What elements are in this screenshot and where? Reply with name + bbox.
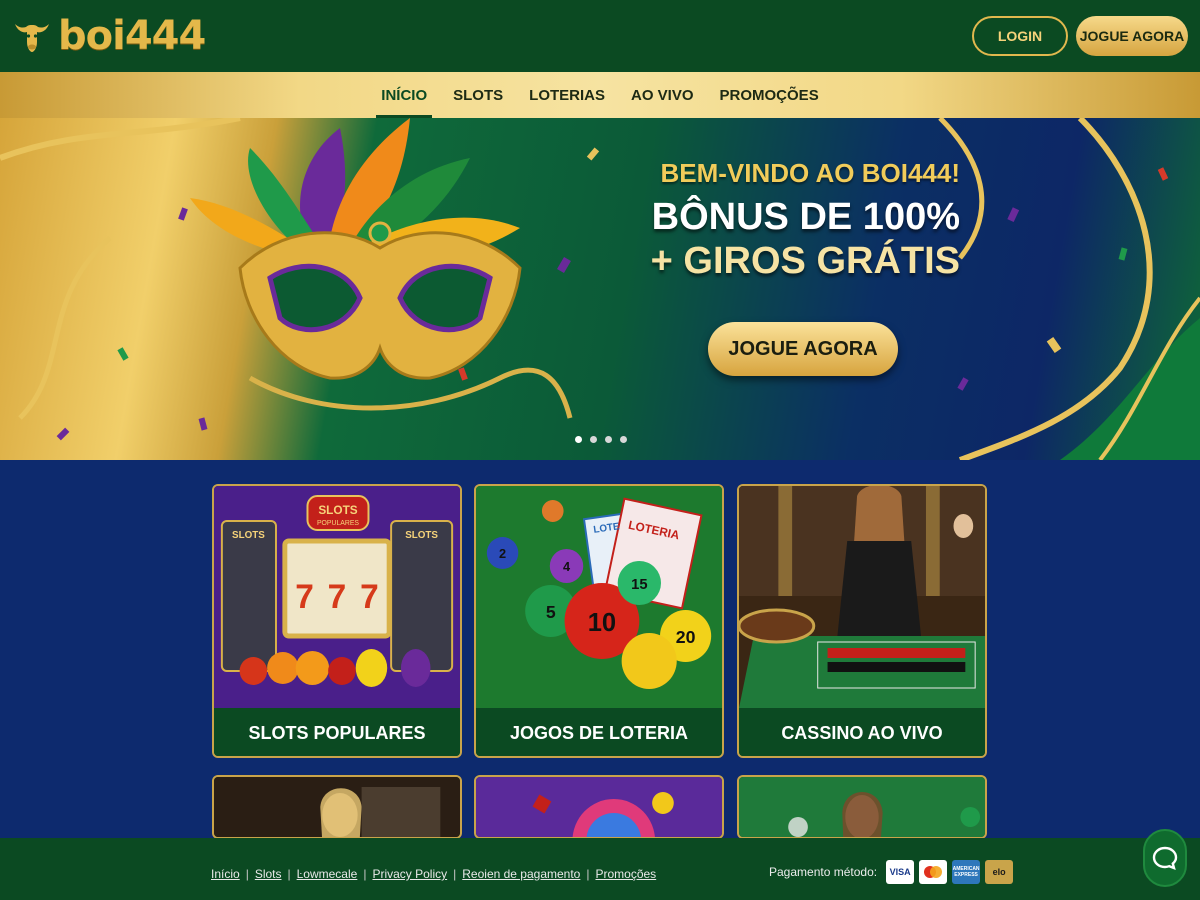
main-nav: INÍCIO SLOTS LOTERIAS AO VIVO PROMOÇÕES <box>0 72 1200 118</box>
carousel-dots <box>575 436 627 443</box>
auth-buttons: LOGIN JOGUE AGORA <box>972 16 1188 56</box>
game-card-live-dealer-green[interactable] <box>737 775 987 839</box>
nav-item-ao-vivo[interactable]: AO VIVO <box>618 72 707 118</box>
mastercard-icon <box>919 860 948 884</box>
brand-name: boi444 <box>58 13 206 59</box>
hero-headline-block: BEM-VINDO AO BOI444! BÔNUS DE 100% + GIR… <box>620 158 960 283</box>
footer-links: Início | Slots | Ŀowmecale | Privacy Pol… <box>211 867 656 881</box>
payment-methods: Pagamento método: VISA AMERICAN EXPRESS … <box>769 860 1014 884</box>
game-card-live-dealer[interactable] <box>212 775 462 839</box>
nav-item-loterias[interactable]: LOTERIAS <box>516 72 618 118</box>
slots-art-title: SLOTS <box>318 503 357 517</box>
bingo-balls-image <box>476 777 722 837</box>
slots-art-reel-2: 7 <box>328 578 347 616</box>
bull-head-icon <box>15 24 49 52</box>
nav-item-inicio[interactable]: INÍCIO <box>368 72 440 118</box>
amex-icon: AMERICAN EXPRESS <box>952 860 981 884</box>
payment-label: Pagamento método: <box>769 865 878 879</box>
lottery-art-ball-15: 15 <box>631 577 647 593</box>
footer-link-privacy-policy[interactable]: Privacy Policy <box>372 867 447 881</box>
game-card-slots[interactable]: SLOTS POPULARES SLOTS SLOTS 7 7 7 SLOTS … <box>212 484 462 758</box>
slots-art-left: SLOTS <box>232 530 265 541</box>
slot-machines-image: SLOTS POPULARES SLOTS SLOTS 7 7 7 <box>214 486 460 708</box>
link-separator: | <box>245 867 249 881</box>
lottery-art-ball-2: 2 <box>499 546 506 561</box>
hero-banner[interactable]: BEM-VINDO AO BOI444! BÔNUS DE 100% + GIR… <box>0 118 1200 460</box>
brand-logo[interactable]: boi444 <box>12 13 206 59</box>
slots-art-right: SLOTS <box>405 530 438 541</box>
card-label: JOGOS DE LOTERIA <box>476 708 722 756</box>
link-separator: | <box>586 867 590 881</box>
card-label: CASSINO AO VIVO <box>739 708 985 756</box>
nav-item-promocoes[interactable]: PROMOÇÕES <box>707 72 832 118</box>
footer-link-3[interactable]: Ŀowmecale <box>297 867 358 881</box>
carousel-dot[interactable] <box>575 436 582 443</box>
slots-art-reel-3: 7 <box>360 578 379 616</box>
nav-item-slots[interactable]: SLOTS <box>440 72 516 118</box>
game-card-bingo[interactable] <box>474 775 724 839</box>
top-header: boi444 LOGIN JOGUE AGORA <box>0 0 1200 72</box>
game-card-lottery[interactable]: LOTERIA LOTE 2 4 5 10 15 20 JOGOS DE LOT… <box>474 484 724 758</box>
play-now-button[interactable]: JOGUE AGORA <box>1076 16 1188 56</box>
live-roulette-image <box>739 486 985 708</box>
carnival-mask-illustration <box>0 118 1200 460</box>
chat-button[interactable] <box>1143 829 1187 887</box>
live-dealer-green-image <box>739 777 985 837</box>
elo-icon: elo <box>985 860 1014 884</box>
link-separator: | <box>287 867 291 881</box>
lottery-balls-image: LOTERIA LOTE 2 4 5 10 15 20 <box>476 486 722 708</box>
footer-link-slots[interactable]: Slots <box>255 867 282 881</box>
carousel-dot[interactable] <box>620 436 627 443</box>
footer-link-inicio[interactable]: Início <box>211 867 240 881</box>
lottery-art-ball-20: 20 <box>676 627 696 647</box>
link-separator: | <box>453 867 457 881</box>
hero-kicker: BEM-VINDO AO BOI444! <box>660 158 960 188</box>
hero-subtitle: + GIROS GRÁTIS <box>650 240 960 282</box>
site-footer: Início | Slots | Ŀowmecale | Privacy Pol… <box>0 838 1200 900</box>
card-label: SLOTS POPULARES <box>214 708 460 756</box>
login-button[interactable]: LOGIN <box>972 16 1068 56</box>
carousel-dot[interactable] <box>590 436 597 443</box>
link-separator: | <box>363 867 367 881</box>
carousel-dot[interactable] <box>605 436 612 443</box>
lottery-art-ball-5: 5 <box>546 602 556 622</box>
game-card-live-casino[interactable]: CASSINO AO VIVO <box>737 484 987 758</box>
lottery-art-ball-10: 10 <box>588 609 616 637</box>
hero-title: BÔNUS DE 100% <box>651 196 960 238</box>
slots-art-subtitle: POPULARES <box>317 520 359 527</box>
slots-art-reel-1: 7 <box>295 578 314 616</box>
hero-play-now-button[interactable]: JOGUE AGORA <box>708 322 898 376</box>
footer-link-promocoes[interactable]: Promoções <box>595 867 656 881</box>
chat-bubble-icon <box>1152 846 1178 870</box>
live-dealer-image <box>214 777 460 837</box>
visa-icon: VISA <box>886 860 915 884</box>
footer-link-payment[interactable]: Reoien de pagamento <box>462 867 580 881</box>
lottery-art-ball-4: 4 <box>563 559 571 574</box>
